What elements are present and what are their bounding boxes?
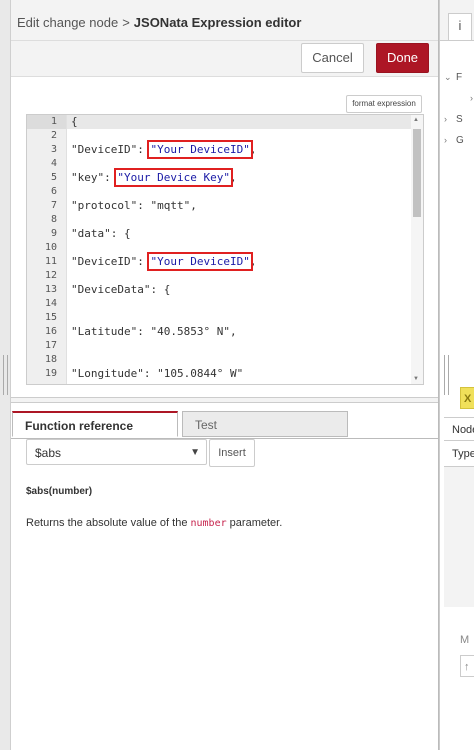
chevron-right-icon: › [470,93,473,103]
function-select[interactable]: $abs ▼ [26,439,207,465]
line-number: 5 [50,172,57,183]
line-number: 19 [44,368,57,379]
reference-tabs: Function reference Test [11,411,438,439]
code-line-16: "Latitude": "40.5853° N", [71,325,237,338]
left-panel-edge [0,0,11,750]
breadcrumb-parent[interactable]: Edit change node [17,15,118,30]
line-number: 10 [44,242,57,253]
line-number: 4 [50,158,57,169]
expression-editor[interactable]: 1 2 3 4 5 6 7 8 9 10 11 12 13 14 15 16 1… [26,114,424,385]
resize-grip-right[interactable] [444,355,449,395]
line-number: 14 [44,298,57,309]
scroll-up-icon[interactable]: ▲ [413,117,419,123]
code-line-19: "Longitude": "105.0844° W" [71,367,244,380]
sidebar-tree-row[interactable]: › [470,93,474,104]
cancel-button[interactable]: Cancel [301,43,364,73]
json-key: "DeviceID": [71,143,151,156]
tray-toolbar: Cancel Done [11,41,438,77]
resize-grip-left[interactable] [3,355,8,395]
function-select-value: $abs [35,446,62,460]
insert-button[interactable]: Insert [209,439,255,467]
sidebar-tree-label: S [456,114,463,125]
line-number: 15 [44,312,57,323]
sidebar-tabs: i [440,0,474,41]
done-button[interactable]: Done [376,43,429,73]
description-text: parameter. [226,517,283,529]
sidebar-table-header: Node [444,417,474,441]
data-device-id-value-highlight: "Your DeviceID" [147,252,253,271]
scrollbar-thumb[interactable] [413,129,421,217]
format-expression-button[interactable]: format expression [346,95,422,113]
sidebar-panel [444,467,474,607]
breadcrumb-current: JSONata Expression editor [133,15,302,30]
line-number: 9 [50,228,57,239]
pane-splitter[interactable] [11,397,438,403]
json-key: "key": [71,171,118,184]
sidebar-input[interactable]: ↑ [460,655,474,677]
json-comma: , [249,255,257,268]
description-code: number [190,518,227,529]
function-description: Returns the absolute value of the number… [26,517,282,529]
line-number: 1 [50,116,57,127]
line-number: 8 [50,214,57,225]
edit-tray: Edit change node > JSONata Expression edit… [11,0,439,750]
sidebar-tree-row[interactable]: › G [444,135,464,146]
code-line-5: "key": "Your Device Key", [71,168,237,187]
line-number: 2 [50,130,57,141]
code-line-1: { [71,115,78,128]
chevron-right-icon: › [444,114,447,124]
line-number: 3 [50,144,57,155]
chevron-down-icon: ⌄ [444,72,452,82]
code-line-7: "protocol": "mqtt", [71,199,197,212]
right-sidebar: i ⌄F › ›S ›G X Node Type M ↑ [439,0,474,750]
sidebar-table-row: Type [444,441,474,467]
line-number: 16 [44,326,57,337]
device-key-value-highlight: "Your Device Key" [114,168,233,187]
active-line-bg [67,115,411,129]
tray-header: Edit change node > JSONata Expression edit… [11,0,438,41]
sidebar-tree-row[interactable]: ⌄ F [444,72,462,83]
device-id-value-highlight: "Your DeviceID" [147,140,253,159]
line-number: 17 [44,340,57,351]
line-number: 7 [50,200,57,211]
breadcrumb: Edit change node > JSONata Expression edit… [17,15,301,30]
json-comma: , [229,171,237,184]
expression-section: format expression 1 2 3 4 5 6 7 8 9 10 1… [11,77,438,397]
breadcrumb-separator: > [122,15,130,30]
scroll-down-icon[interactable]: ▼ [413,376,419,382]
line-number: 13 [44,284,57,295]
line-number: 6 [50,186,57,197]
sidebar-yellow-button[interactable]: X [460,387,474,409]
line-number: 18 [44,354,57,365]
json-comma: , [249,143,257,156]
code-line-9: "data": { [71,227,131,240]
sidebar-label: M [460,634,470,646]
line-number: 11 [44,256,57,267]
line-gutter: 1 2 3 4 5 6 7 8 9 10 11 12 13 14 15 16 1… [27,115,67,384]
json-key: "DeviceID": [71,255,151,268]
reference-section: Function reference Test $abs ▼ Insert $a… [11,406,438,750]
code-line-13: "DeviceData": { [71,283,171,296]
tab-function-reference[interactable]: Function reference [12,411,178,437]
sidebar-tree-label: F [456,72,463,83]
tab-test[interactable]: Test [182,411,348,437]
chevron-down-icon: ▼ [190,447,200,458]
chevron-right-icon: › [444,135,447,145]
editor-scrollbar[interactable]: ▲ ▼ [411,115,423,384]
info-icon[interactable]: i [448,13,472,40]
sidebar-tree-label: G [456,135,464,146]
code-line-11: "DeviceID": "Your DeviceID", [71,252,257,271]
line-number: 12 [44,270,57,281]
description-text: Returns the absolute value of the [26,517,191,529]
sidebar-tree-row[interactable]: › S [444,114,463,125]
function-signature: $abs(number) [26,486,93,497]
code-line-3: "DeviceID": "Your DeviceID", [71,140,257,159]
